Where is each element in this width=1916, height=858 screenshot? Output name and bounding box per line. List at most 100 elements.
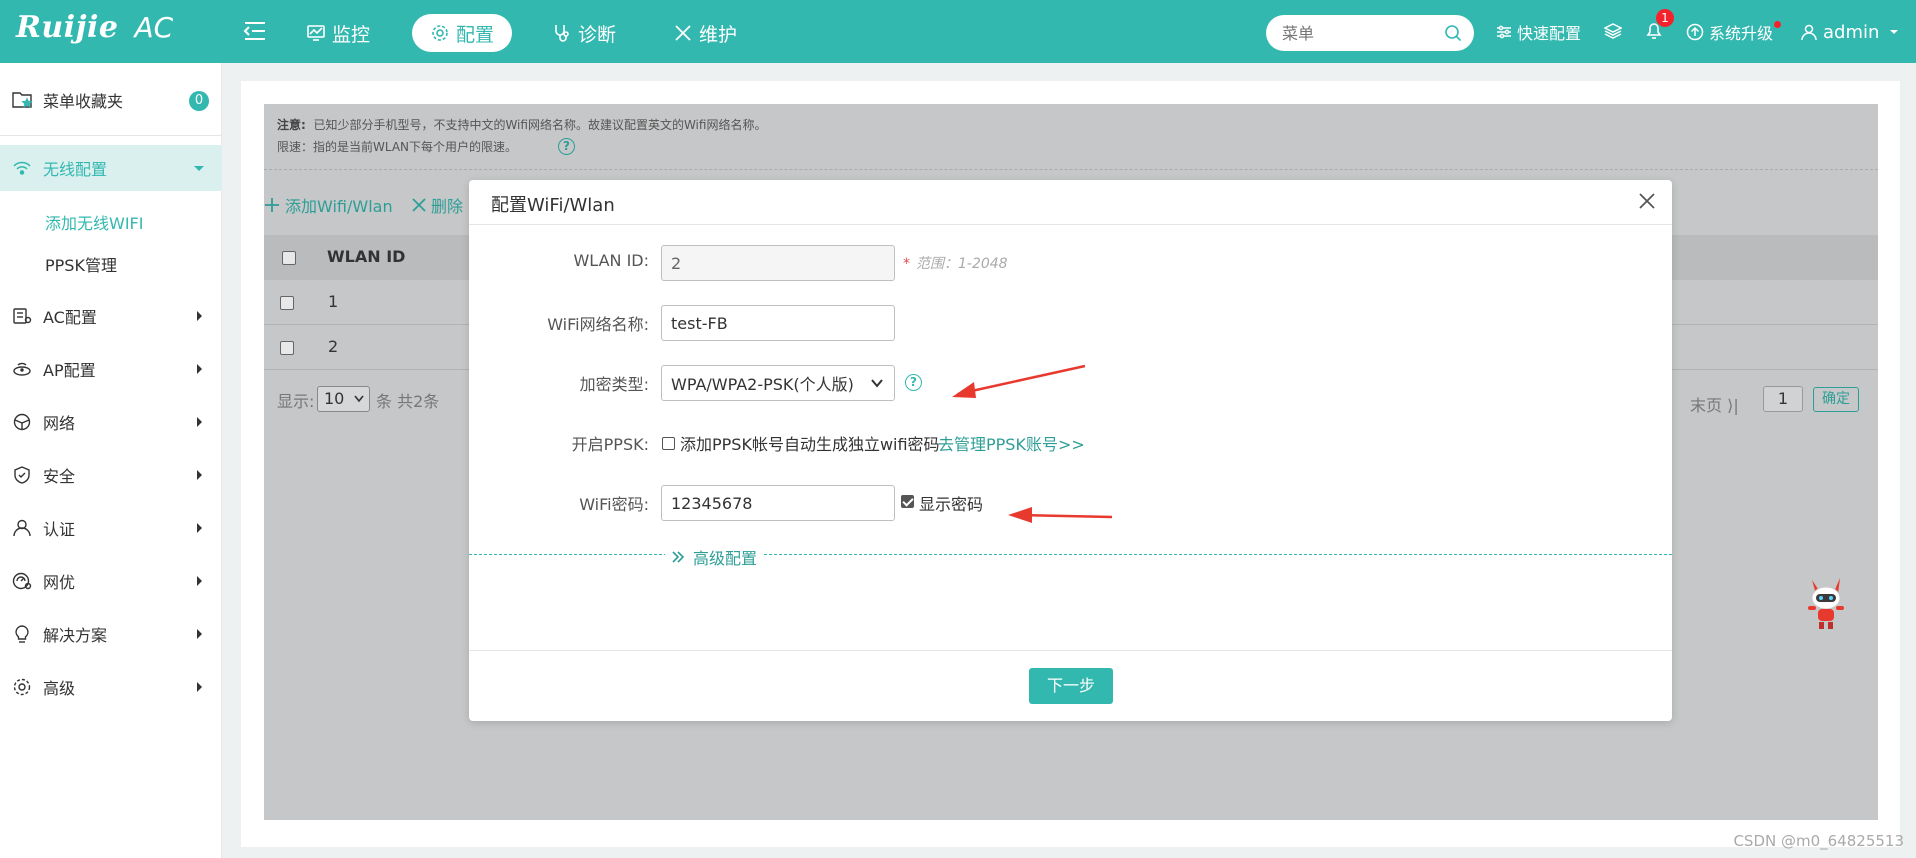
quick-config-label: 快速配置 — [1517, 24, 1582, 43]
system-upgrade-button[interactable]: 系统升级 — [1686, 20, 1773, 44]
search-input[interactable] — [1282, 15, 1442, 51]
stethoscope-icon — [555, 25, 569, 42]
row-checkbox[interactable] — [280, 296, 294, 310]
upgrade-icon — [1686, 23, 1704, 41]
add-wlan-label: 添加Wifi/Wlan — [285, 197, 393, 216]
password-field[interactable] — [661, 485, 895, 521]
caret-right-icon — [197, 682, 202, 692]
caret-right-icon — [197, 311, 202, 321]
sidebar-item-label: 安全 — [43, 467, 76, 486]
show-password-label: 显示密码 — [919, 495, 984, 514]
brand-suffix: AC — [134, 11, 174, 44]
annotation-arrow-icon — [1008, 507, 1113, 523]
last-page-icon: ⟩| — [1727, 396, 1739, 415]
sidebar-item-solutions[interactable]: 解决方案 — [0, 611, 222, 657]
quick-config-button[interactable]: 快速配置 — [1496, 20, 1581, 44]
user-icon — [13, 519, 31, 537]
lightbulb-icon — [15, 625, 29, 643]
last-page-link[interactable]: 末页 ⟩| — [1690, 392, 1739, 416]
select-all-checkbox[interactable] — [282, 251, 296, 265]
caret-right-icon — [197, 523, 202, 533]
ppsk-checkbox[interactable] — [662, 437, 675, 450]
sidebar-item-label: 网优 — [43, 573, 76, 592]
wlan-id-field[interactable] — [661, 245, 895, 281]
watermark: CSDN @m0_64825513 — [1733, 832, 1904, 850]
ppsk-label: 开启PPSK: — [571, 435, 649, 454]
menu-search[interactable] — [1266, 15, 1474, 51]
caret-right-icon — [197, 629, 202, 639]
page-input[interactable]: 1 — [1763, 386, 1803, 412]
sidebar-item-label: 无线配置 — [43, 160, 108, 179]
row-checkbox[interactable] — [280, 341, 294, 355]
notice-line-2: 限速：指的是当前WLAN下每个用户的限速。 — [277, 138, 517, 155]
brand-logo: Ruijie AC — [16, 10, 173, 50]
caret-right-icon — [197, 364, 202, 374]
dialog-title: 配置WiFi/Wlan — [491, 195, 615, 216]
ppsk-description: 添加PPSK帐号自动生成独立wifi密码 — [680, 435, 940, 454]
sidebar-item-optimize[interactable]: 网优 — [0, 558, 222, 604]
sidebar-item-ac[interactable]: AC配置 — [0, 293, 222, 339]
annotation-arrow-icon — [952, 364, 1086, 398]
sidebar-item-ap[interactable]: AP配置 — [0, 346, 222, 392]
wifi-icon — [13, 161, 31, 175]
wlan-id-label: WLAN ID: — [573, 251, 649, 270]
table-cell: 1 — [328, 292, 339, 311]
last-page-label: 末页 — [1690, 396, 1723, 415]
advanced-config-toggle[interactable]: 高级配置 — [665, 545, 764, 569]
nav-diagnose-label: 诊断 — [578, 23, 617, 46]
user-menu[interactable]: admin — [1800, 20, 1904, 44]
nav-config-label: 配置 — [456, 23, 495, 46]
nav-maintain[interactable]: 维护 — [673, 14, 737, 52]
page-confirm-button[interactable]: 确定 — [1813, 387, 1859, 412]
next-step-button[interactable]: 下一步 — [1029, 668, 1113, 704]
notice-line-1: 注意: 已知少部分手机型号，不支持中文的Wifi网络名称。故建议配置英文的Wif… — [277, 116, 766, 133]
help-icon[interactable]: ? — [558, 138, 575, 155]
notice-text-1: 已知少部分手机型号，不支持中文的Wifi网络名称。故建议配置英文的Wifi网络名… — [313, 118, 767, 132]
username: admin — [1823, 21, 1880, 43]
close-icon[interactable] — [1638, 192, 1656, 210]
nav-monitor[interactable]: 监控 — [306, 14, 370, 52]
sidebar-item-wireless[interactable]: 无线配置 — [0, 145, 222, 191]
delete-wlan-button[interactable]: 删除 — [412, 193, 463, 217]
column-header-wlan-id: WLAN ID — [327, 247, 406, 266]
ssid-field[interactable] — [661, 305, 895, 341]
nav-config[interactable]: 配置 — [412, 14, 513, 52]
ac-icon — [13, 308, 32, 324]
notice-text-2: 限速：指的是当前WLAN下每个用户的限速。 — [277, 140, 518, 154]
sidebar-item-security[interactable]: 安全 — [0, 452, 222, 498]
caret-down-icon — [1890, 30, 1899, 34]
plus-icon — [265, 198, 279, 212]
sidebar-item-label: 网络 — [43, 414, 76, 433]
favorites-label: 菜单收藏夹 — [43, 92, 124, 111]
menu-toggle-icon[interactable] — [242, 18, 268, 44]
user-icon — [1801, 24, 1817, 41]
sidebar-subitem-add-wifi[interactable]: 添加无线WIFI — [45, 210, 143, 234]
sidebar-item-network[interactable]: 网络 — [0, 399, 222, 445]
total-count: 条 共2条 — [376, 392, 440, 411]
assistant-robot-icon[interactable] — [1804, 576, 1848, 632]
encryption-select[interactable]: WPA/WPA2-PSK(个人版) — [661, 365, 895, 401]
sliders-icon — [1497, 25, 1511, 39]
manage-ppsk-link[interactable]: 去管理PPSK账号>> — [938, 431, 1085, 455]
nav-diagnose[interactable]: 诊断 — [552, 14, 616, 52]
divider — [469, 224, 1672, 225]
layers-icon[interactable] — [1604, 22, 1622, 40]
page-size-select[interactable]: 10 — [317, 386, 370, 412]
sidebar-subitem-ppsk[interactable]: PPSK管理 — [45, 252, 117, 276]
double-chevron-right-icon — [672, 551, 685, 563]
encryption-label: 加密类型: — [579, 375, 649, 394]
help-icon[interactable]: ? — [905, 374, 922, 391]
tools-icon — [675, 25, 691, 41]
sidebar-item-auth[interactable]: 认证 — [0, 505, 222, 551]
optimize-icon — [12, 572, 32, 590]
divider — [264, 169, 1878, 170]
encryption-value: WPA/WPA2-PSK(个人版) — [671, 375, 854, 394]
show-password-checkbox[interactable] — [901, 495, 914, 508]
caret-down-icon — [194, 166, 204, 171]
divider — [469, 554, 1672, 555]
sidebar-item-advanced[interactable]: 高级 — [0, 664, 222, 710]
brand-name: Ruijie — [16, 10, 119, 45]
sidebar-item-label: 解决方案 — [43, 626, 108, 645]
search-icon[interactable] — [1444, 24, 1462, 42]
add-wlan-button[interactable]: 添加Wifi/Wlan — [264, 193, 393, 217]
